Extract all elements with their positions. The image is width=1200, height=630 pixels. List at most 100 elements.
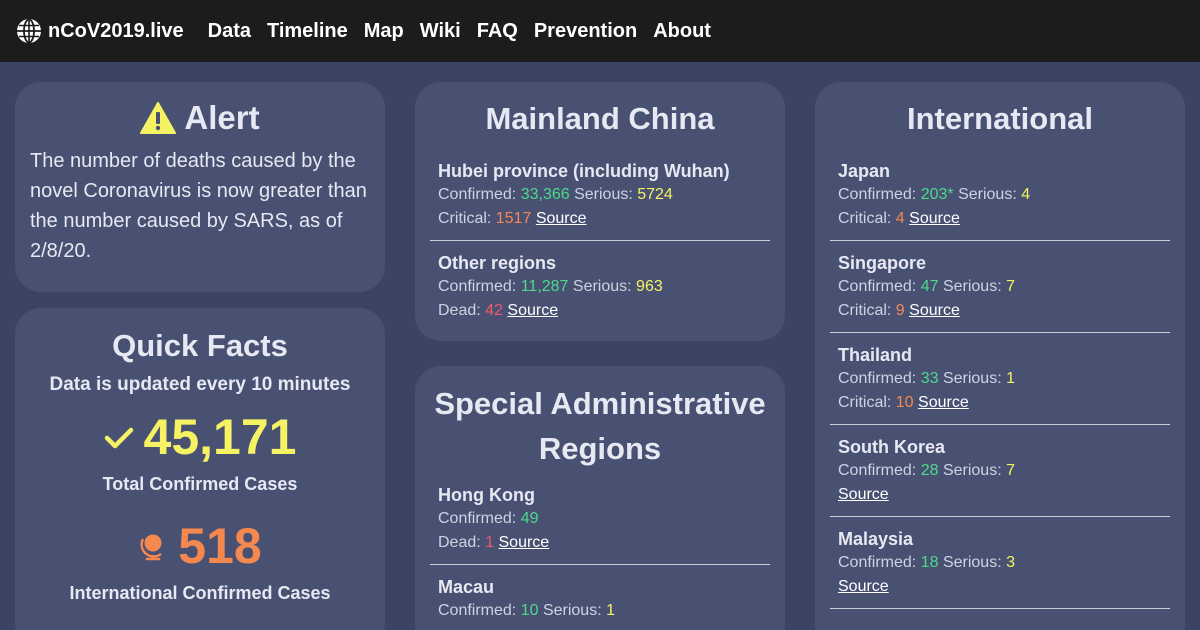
critical-value: 10	[895, 394, 914, 411]
total-cases-label: Total Confirmed Cases	[102, 474, 298, 494]
stats-line: Confirmed: 33 Serious: 1	[838, 367, 1162, 391]
confirmed-label: Confirmed:	[838, 278, 921, 295]
confirmed-value: 47	[920, 278, 939, 295]
brand-link[interactable]: nCoV2019.live	[16, 18, 184, 44]
critical-label: Critical:	[838, 210, 896, 227]
serious-label: Serious:	[938, 554, 1007, 571]
dead-value: 42	[485, 302, 503, 319]
stats-line: Critical: 9 Source	[838, 299, 1162, 323]
source-link[interactable]: Source	[838, 486, 889, 503]
country-entry-malaysia: Malaysia Confirmed: 18 Serious: 3 Source	[830, 517, 1170, 609]
confirmed-label: Confirmed:	[838, 554, 921, 571]
confirmed-label: Confirmed:	[438, 186, 521, 203]
source-link[interactable]: Source	[507, 302, 558, 319]
serious-label: Serious:	[569, 186, 638, 203]
stats-line: Confirmed: 18 Serious: 3	[838, 551, 1162, 575]
critical-value: 4	[895, 210, 905, 227]
alert-card: Alert The number of deaths caused by the…	[15, 82, 385, 292]
stats-line: Confirmed: 47 Serious: 7	[838, 275, 1162, 299]
confirmed-value: 33	[920, 370, 939, 387]
serious-value: 4	[1021, 186, 1031, 203]
warning-icon	[140, 102, 177, 134]
stats-line: Confirmed: 10 Serious: 1	[438, 599, 762, 623]
confirmed-label: Confirmed:	[438, 278, 521, 295]
total-cases-value: 45,171	[143, 409, 297, 465]
globe-icon	[17, 18, 41, 44]
region-name: Macau	[438, 577, 495, 597]
serious-label: Serious:	[938, 278, 1007, 295]
serious-value: 7	[1006, 278, 1015, 295]
nav-link-faq[interactable]: FAQ	[477, 20, 518, 43]
source-link[interactable]: Source	[499, 534, 550, 551]
region-name: Other regions	[438, 253, 557, 273]
international-card: International Japan Confirmed: 203* Seri…	[815, 82, 1185, 630]
globe-stand-icon	[140, 534, 163, 561]
country-name: Japan	[838, 161, 891, 181]
confirmed-label: Confirmed:	[838, 186, 921, 203]
confirmed-value: 18	[920, 554, 939, 571]
nav-link-prevention[interactable]: Prevention	[534, 20, 637, 43]
serious-label: Serious:	[568, 278, 637, 295]
sar-title: Special Administrative Regions	[434, 386, 766, 466]
region-entry-hong-kong: Hong Kong Confirmed: 49 Dead: 1 Source	[430, 483, 770, 565]
country-entry-thailand: Thailand Confirmed: 33 Serious: 1 Critic…	[830, 333, 1170, 425]
country-name: Malaysia	[838, 529, 914, 549]
update-note: Data is updated every 10 minutes	[49, 374, 351, 395]
region-name: Hubei province (including Wuhan)	[438, 161, 730, 181]
total-cases-stat: 45,171	[15, 408, 385, 466]
quick-facts-card: Quick Facts Data is updated every 10 min…	[15, 308, 385, 630]
source-link[interactable]: Source	[909, 302, 960, 319]
dead-label: Dead:	[438, 302, 486, 319]
confirmed-label: Confirmed:	[438, 602, 521, 619]
country-entry-japan: Japan Confirmed: 203* Serious: 4 Critica…	[830, 159, 1170, 241]
country-name: Singapore	[838, 253, 927, 273]
serious-value: 1	[606, 602, 615, 619]
stats-line: Confirmed: 11,287 Serious: 963	[438, 275, 762, 299]
serious-label: Serious:	[938, 370, 1007, 387]
serious-label: Serious:	[938, 462, 1007, 479]
nav-link-data[interactable]: Data	[208, 20, 251, 43]
nav-link-timeline[interactable]: Timeline	[267, 20, 348, 43]
confirmed-value: 33,366	[520, 186, 570, 203]
source-link[interactable]: Source	[838, 578, 889, 595]
serious-label: Serious:	[953, 186, 1022, 203]
mainland-china-title: Mainland China	[485, 101, 715, 136]
mainland-china-card: Mainland China Hubei province (including…	[415, 82, 785, 341]
critical-value: 1517	[495, 210, 532, 227]
confirmed-value: 10	[520, 602, 539, 619]
serious-value: 3	[1006, 554, 1015, 571]
nav-link-wiki[interactable]: Wiki	[420, 20, 461, 43]
nav-link-map[interactable]: Map	[364, 20, 404, 43]
alert-message: The number of deaths caused by the novel…	[30, 150, 367, 262]
nav-link-about[interactable]: About	[653, 20, 711, 43]
alert-title: Alert	[15, 99, 385, 137]
stats-line: Source	[838, 575, 1162, 599]
confirmed-value: 49	[520, 510, 539, 527]
stats-line: Dead: 42 Source	[438, 299, 762, 323]
international-cases-value: 518	[178, 518, 262, 574]
stats-line: Dead: 1 Source	[438, 531, 762, 555]
sar-card: Special Administrative Regions Hong Kong…	[415, 366, 785, 630]
alert-title-text: Alert	[184, 99, 260, 136]
international-cases-label: International Confirmed Cases	[69, 583, 331, 603]
region-name: Hong Kong	[438, 485, 535, 505]
brand-name: nCoV2019.live	[48, 19, 184, 42]
serious-value: 1	[1006, 370, 1015, 387]
region-entry-macau: Macau Confirmed: 10 Serious: 1	[430, 565, 770, 630]
country-entry-singapore: Singapore Confirmed: 47 Serious: 7 Criti…	[830, 241, 1170, 333]
stats-line: Confirmed: 33,366 Serious: 5724	[438, 183, 762, 207]
stats-line: Critical: 4 Source	[838, 207, 1162, 231]
source-link[interactable]: Source	[909, 210, 960, 227]
stats-line: Confirmed: 28 Serious: 7	[838, 459, 1162, 483]
source-link[interactable]: Source	[918, 394, 969, 411]
check-icon	[104, 427, 133, 449]
source-link[interactable]: Source	[536, 210, 587, 227]
stats-line: Critical: 1517 Source	[438, 207, 762, 231]
serious-value: 963	[636, 278, 663, 295]
confirmed-value: 203*	[920, 186, 954, 203]
dead-value: 1	[485, 534, 495, 551]
navbar: nCoV2019.live Data Timeline Map Wiki FAQ…	[0, 0, 1200, 62]
country-entry-south-korea: South Korea Confirmed: 28 Serious: 7 Sou…	[830, 425, 1170, 517]
serious-value: 5724	[637, 186, 673, 203]
country-name: Thailand	[838, 345, 913, 365]
